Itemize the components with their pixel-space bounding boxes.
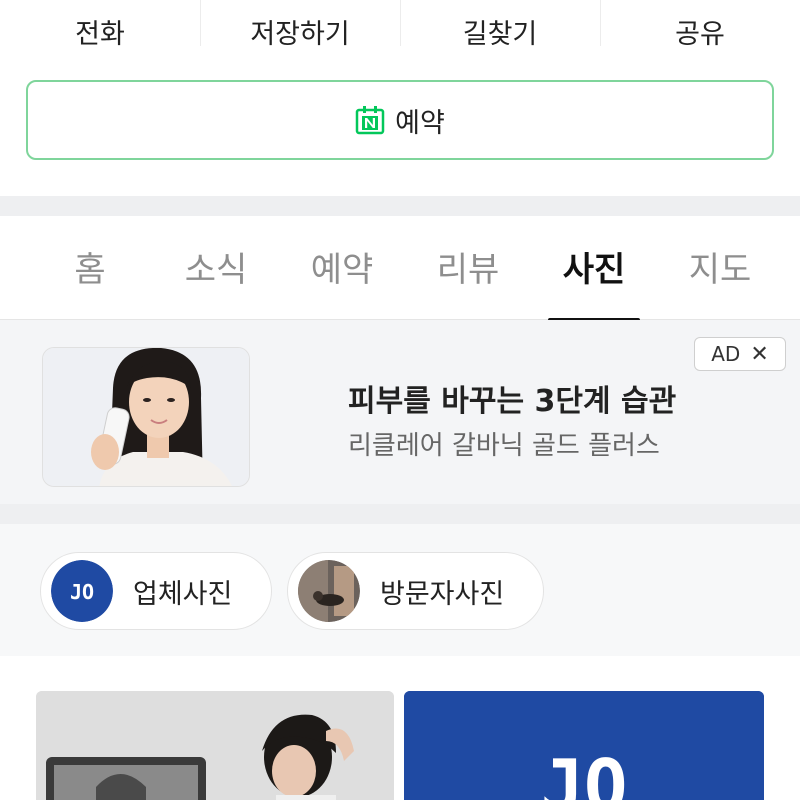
tab-reviews[interactable]: 리뷰 (428, 242, 508, 291)
svg-text:JO: JO (541, 744, 628, 800)
naver-calendar-icon (355, 105, 385, 135)
save-button[interactable]: 저장하기 (200, 0, 400, 62)
tab-photos[interactable]: 사진 (548, 242, 640, 322)
tab-news[interactable]: 소식 (176, 242, 256, 291)
tab-bar: 홈 소식 예약 리뷰 사진 지도 (0, 216, 800, 322)
tab-booking[interactable]: 예약 (302, 242, 382, 291)
photo-thumbnail[interactable] (36, 691, 394, 800)
section-divider (0, 504, 800, 524)
visitor-photo-avatar (298, 560, 360, 622)
ad-image[interactable] (42, 347, 250, 487)
business-logo-avatar: JO (51, 560, 113, 622)
ad-banner[interactable]: AD ✕ 피부를 바꾸는 3단계 습관 리클레어 갈바닉 골드 플러스 (0, 320, 800, 504)
photo-filter-bar: JO 업체사진 방문자사진 (0, 524, 800, 656)
directions-button[interactable]: 길찾기 (400, 0, 600, 62)
share-button[interactable]: 공유 (600, 0, 800, 62)
ad-badge: AD ✕ (694, 337, 786, 371)
booking-label: 예약 (395, 107, 445, 139)
ad-title[interactable]: 피부를 바꾸는 3단계 습관 (348, 376, 676, 420)
filter-label: 방문자사진 (380, 578, 505, 610)
tab-map[interactable]: 지도 (680, 242, 760, 291)
svg-text:JO: JO (70, 580, 94, 604)
call-button[interactable]: 전화 (0, 0, 200, 62)
photo-thumbnail[interactable]: JO (404, 691, 764, 800)
section-divider (0, 196, 800, 216)
ad-subtitle: 리클레어 갈바닉 골드 플러스 (348, 431, 660, 461)
close-icon[interactable]: ✕ (750, 342, 768, 367)
filter-label: 업체사진 (133, 578, 233, 610)
action-bar: 전화 저장하기 길찾기 공유 (0, 0, 800, 62)
ad-label: AD (711, 342, 741, 366)
filter-visitor-photos[interactable]: 방문자사진 (287, 552, 544, 630)
booking-button[interactable]: 예약 (26, 80, 774, 160)
tab-home[interactable]: 홈 (50, 242, 130, 291)
filter-business-photos[interactable]: JO 업체사진 (40, 552, 272, 630)
